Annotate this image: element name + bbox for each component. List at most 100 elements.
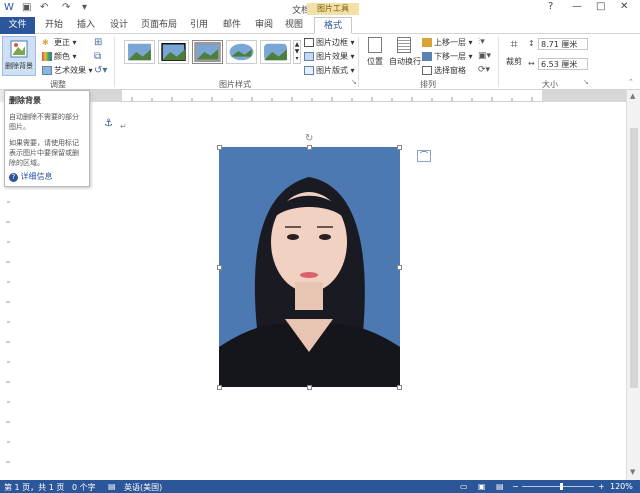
color-icon xyxy=(42,52,52,61)
artistic-icon xyxy=(42,66,52,75)
scroll-up-icon[interactable]: ▲ xyxy=(630,92,635,100)
scrollbar-thumb[interactable] xyxy=(630,128,638,388)
resize-handle[interactable] xyxy=(397,145,402,150)
ruler-ticks xyxy=(92,90,626,102)
rotate-handle-icon[interactable]: ↻ xyxy=(305,133,313,144)
picture-style-3[interactable] xyxy=(192,40,223,64)
height-icon: ↕ xyxy=(528,39,535,48)
position-button[interactable]: 位置 xyxy=(364,37,386,67)
bring-forward-button[interactable]: 上移一层 ▾ xyxy=(422,37,473,48)
word-count[interactable]: 0 个字 xyxy=(72,482,96,493)
selection-pane-button[interactable]: 选择窗格 xyxy=(422,65,466,76)
size-launcher-icon[interactable]: ↘ xyxy=(583,78,589,86)
portrait-illustration xyxy=(219,147,400,387)
anchor-icon: ⚓ xyxy=(104,118,113,129)
resize-handle[interactable] xyxy=(397,385,402,390)
corrections-button[interactable]: ✱ 更正 ▾ xyxy=(42,37,77,48)
resize-handle[interactable] xyxy=(217,265,222,270)
remove-background-icon xyxy=(10,40,28,58)
separator xyxy=(498,37,499,87)
picture-style-4[interactable] xyxy=(226,40,257,64)
close-button[interactable]: ✕ xyxy=(620,1,628,12)
ribbon-tabs: 文件 开始 插入 设计 页面布局 引用 邮件 审阅 视图 格式 xyxy=(0,17,640,34)
help-button[interactable]: ? xyxy=(548,1,553,12)
arrange-group-label: 排列 xyxy=(420,80,436,89)
separator xyxy=(114,37,115,87)
ribbon: 删除背景 ✱ 更正 ▾ 颜色 ▾ 艺术效果 ▾ ⊞ ⧉ ↺▾ 调整 ▲ ▼ ▾ 图片边… xyxy=(0,34,640,90)
zoom-level[interactable]: 120% xyxy=(610,482,633,491)
border-icon xyxy=(304,38,314,47)
picture-layout-button[interactable]: 图片版式 ▾ xyxy=(304,65,355,76)
collapse-ribbon-icon[interactable]: ⌃ xyxy=(628,78,634,86)
vertical-scrollbar[interactable]: ▲ ▼ xyxy=(626,90,640,480)
selection-pane-icon xyxy=(422,66,432,75)
tab-mailings[interactable]: 邮件 xyxy=(218,17,246,34)
read-mode-icon[interactable]: ▭ xyxy=(460,482,468,491)
remove-background-label: 删除背景 xyxy=(5,62,33,70)
horizontal-ruler[interactable] xyxy=(92,90,626,102)
tab-references[interactable]: 引用 xyxy=(185,17,213,34)
tab-home[interactable]: 开始 xyxy=(40,17,68,34)
language-indicator[interactable]: 英语(美国) xyxy=(124,482,162,493)
tab-review[interactable]: 审阅 xyxy=(250,17,278,34)
tab-page-layout[interactable]: 页面布局 xyxy=(138,17,180,34)
remove-background-button[interactable]: 删除背景 xyxy=(2,36,36,76)
send-backward-button[interactable]: 下移一层 ▾ xyxy=(422,51,473,62)
rotate-icon[interactable]: ⟳▾ xyxy=(478,65,490,75)
gallery-more-button[interactable]: ▲ ▼ ▾ xyxy=(293,40,301,64)
print-layout-icon[interactable]: ▣ xyxy=(478,482,486,491)
picture-style-2[interactable] xyxy=(158,40,189,64)
portrait-photo[interactable] xyxy=(219,147,400,387)
picture-effects-button[interactable]: 图片效果 ▾ xyxy=(304,51,355,62)
tab-design[interactable]: 设计 xyxy=(105,17,133,34)
resize-handle[interactable] xyxy=(397,265,402,270)
tab-file[interactable]: 文件 xyxy=(0,17,35,34)
resize-handle[interactable] xyxy=(307,385,312,390)
artistic-effects-button[interactable]: 艺术效果 ▾ xyxy=(42,65,93,76)
minimize-button[interactable]: — xyxy=(572,1,582,12)
proofing-icon[interactable]: ▤ xyxy=(108,482,116,491)
picture-styles-launcher-icon[interactable]: ↘ xyxy=(351,78,357,86)
help-icon: ? xyxy=(9,173,18,182)
scroll-down-icon[interactable]: ▼ xyxy=(630,468,635,476)
resize-handle[interactable] xyxy=(217,145,222,150)
wrap-text-button[interactable]: 自动换行 xyxy=(389,37,421,67)
width-input[interactable]: 6.53 厘米 xyxy=(538,58,588,70)
picture-border-button[interactable]: 图片边框 ▾ xyxy=(304,37,355,48)
align-icon[interactable]: ⫶▾ xyxy=(478,37,485,47)
picture-tools-context-label: 图片工具 xyxy=(307,3,359,15)
zoom-slider-thumb[interactable] xyxy=(560,483,563,490)
compress-pictures-icon[interactable]: ⊞ xyxy=(94,37,102,48)
position-icon xyxy=(368,37,382,53)
wrap-text-icon xyxy=(397,37,411,53)
crop-button[interactable]: ⌗ 裁剪 xyxy=(503,37,525,67)
adjust-group-label: 调整 xyxy=(50,80,66,89)
web-layout-icon[interactable]: ▤ xyxy=(496,482,504,491)
width-icon: ↔ xyxy=(528,59,535,68)
page-count[interactable]: 第 1 页，共 1 页 xyxy=(4,482,64,493)
separator xyxy=(358,37,359,87)
resize-handle[interactable] xyxy=(307,145,312,150)
tooltip-more-info-link[interactable]: ? 详细信息 xyxy=(9,171,53,182)
layout-icon xyxy=(304,66,314,75)
color-button[interactable]: 颜色 ▾ xyxy=(42,51,77,62)
change-picture-icon[interactable]: ⧉ xyxy=(94,51,101,62)
picture-style-1[interactable] xyxy=(124,40,155,64)
tab-view[interactable]: 视图 xyxy=(282,17,306,34)
zoom-in-icon[interactable]: + xyxy=(598,482,605,491)
picture-style-5[interactable] xyxy=(260,40,291,64)
reset-picture-icon[interactable]: ↺▾ xyxy=(94,65,107,76)
layout-options-icon[interactable]: ⌒ xyxy=(417,150,431,162)
crop-icon: ⌗ xyxy=(510,37,518,52)
tooltip-description-2: 如果需要，请使用标记表示图片中要保留或删除的区域。 xyxy=(9,139,79,167)
zoom-out-icon[interactable]: − xyxy=(512,482,519,491)
tooltip-title: 删除背景 xyxy=(9,96,41,105)
tab-insert[interactable]: 插入 xyxy=(72,17,100,34)
height-input[interactable]: 8.71 厘米 xyxy=(538,38,588,50)
group-icon[interactable]: ▣▾ xyxy=(478,51,491,61)
zoom-slider[interactable] xyxy=(522,486,594,487)
restore-button[interactable]: □ xyxy=(596,1,605,12)
tab-format[interactable]: 格式 xyxy=(314,17,352,34)
size-group-label: 大小 xyxy=(542,80,558,89)
resize-handle[interactable] xyxy=(217,385,222,390)
